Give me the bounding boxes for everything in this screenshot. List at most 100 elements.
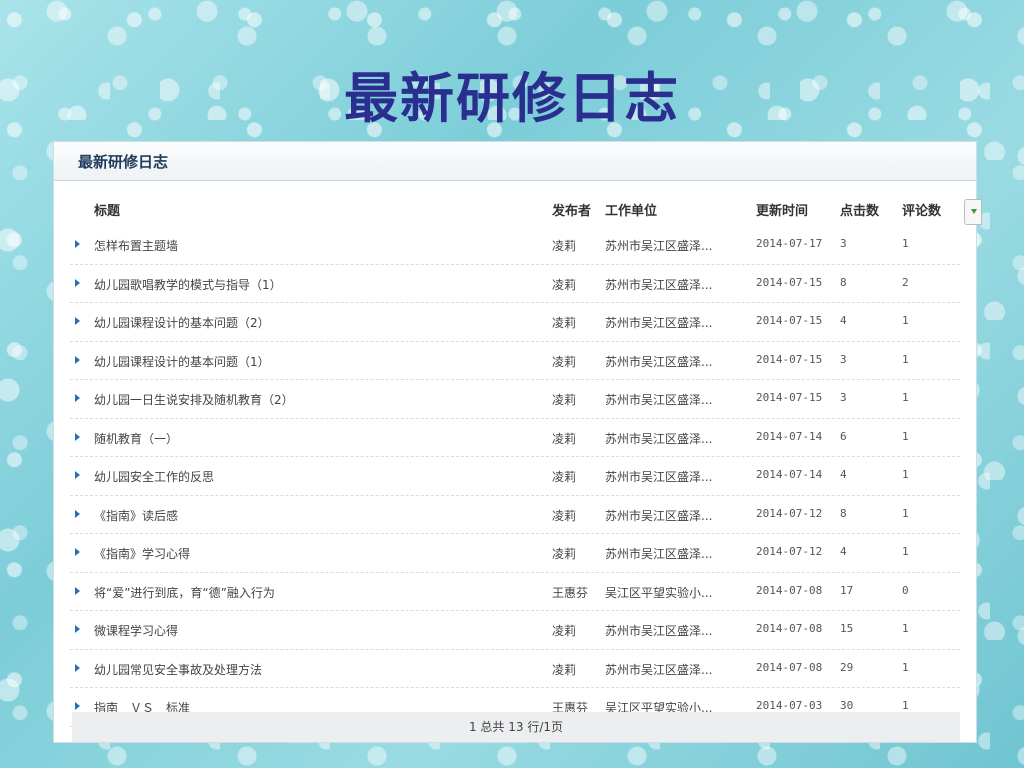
table-row[interactable]: 幼儿园一日生说安排及随机教育（2） 凌莉 苏州市吴江区盛泽... 2014-07-15… — [70, 380, 960, 419]
log-panel: 最新研修日志 标题 发布者 工作单位 更新时间 点击数 评论数 怎样布置主题墙凌… — [53, 141, 977, 743]
row-comments: 1 — [902, 237, 909, 250]
row-author[interactable]: 凌莉 — [552, 237, 576, 254]
panel-title: 最新研修日志 — [78, 153, 169, 171]
row-time: 2014-07-12 — [756, 506, 823, 520]
row-time: 2014-07-15 — [756, 352, 823, 366]
triangle-right-icon — [75, 432, 80, 441]
row-comments: 1 — [902, 352, 909, 366]
table-row[interactable]: 幼儿园常见安全事故及处理方法 凌莉 苏州市吴江区盛泽... 2014-07-08 29 1 — [70, 650, 960, 688]
table-body: 怎样布置主题墙 凌莉 苏州市吴江区盛泽... 2014-07-17 3 1 幼儿园歌唱教学的… — [70, 226, 960, 727]
table-row[interactable]: 幼儿园歌唱教学的模式与指导（1） 凌莉 苏州市吴江区盛泽... 2014-07-15 8… — [70, 265, 960, 303]
triangle-right-icon — [75, 278, 80, 287]
triangle-right-icon — [75, 702, 80, 710]
row-title-link[interactable]: 将“爱”进行到底，育“德”融入行为 — [94, 584, 275, 601]
row-time: 2014-07-15 — [756, 314, 823, 327]
table-row[interactable]: 幼儿园课程设计的基本问题（2） 凌莉 苏州市吴江区盛泽... 2014-07-15 4 1 — [70, 303, 960, 342]
row-author[interactable]: 凌莉 — [552, 276, 576, 293]
triangle-right-icon — [75, 317, 80, 325]
log-table: 标题 发布者 工作单位 更新时间 点击数 评论数 怎样布置主题墙 凌莉 苏州市吴江区… — [70, 190, 960, 727]
row-clicks: 8 — [840, 275, 847, 289]
row-author[interactable]: 凌莉 — [552, 353, 576, 370]
row-author[interactable]: 凌莉 — [552, 468, 576, 485]
triangle-right-icon — [75, 471, 80, 479]
row-clicks: 29 — [840, 660, 854, 674]
row-clicks: 6 — [840, 429, 847, 443]
table-row[interactable]: 《指南》学习心得 凌莉 苏州市吴江区盛泽... 2014-07-12 4 1 — [70, 534, 960, 573]
row-author[interactable]: 凌莉 — [552, 545, 576, 562]
panel-header: 最新研修日志 — [54, 142, 976, 181]
row-unit: 苏州市吴江区盛泽... — [605, 431, 713, 446]
triangle-right-icon — [75, 509, 80, 518]
row-unit: 苏州市吴江区盛泽... — [605, 354, 713, 369]
triangle-right-icon — [75, 240, 80, 248]
row-title-link[interactable]: 《指南》读后感 — [94, 507, 178, 524]
table-row[interactable]: 《指南》读后感 凌莉 苏州市吴江区盛泽... 2014-07-12 8 1 — [70, 496, 960, 534]
row-author[interactable]: 凌莉 — [552, 622, 576, 639]
header-clicks[interactable]: 点击数 — [840, 200, 879, 219]
header-title[interactable]: 标题 — [94, 200, 120, 219]
row-time: 2014-07-08 — [756, 622, 823, 635]
row-author[interactable]: 凌莉 — [552, 314, 576, 331]
row-clicks: 15 — [840, 622, 854, 635]
row-comments: 1 — [902, 506, 909, 520]
row-title-link[interactable]: 怎样布置主题墙 — [94, 237, 178, 254]
header-author[interactable]: 发布者 — [552, 200, 591, 219]
chevron-down-icon — [971, 209, 977, 214]
table-row[interactable]: 幼儿园安全工作的反思 凌莉 苏州市吴江区盛泽... 2014-07-14 4 1 — [70, 457, 960, 496]
triangle-right-icon — [75, 586, 80, 595]
row-time: 2014-07-15 — [756, 391, 823, 404]
row-author[interactable]: 凌莉 — [552, 507, 576, 524]
row-unit: 苏州市吴江区盛泽... — [605, 393, 713, 407]
triangle-right-icon — [75, 394, 80, 402]
row-title-link[interactable]: 幼儿园一日生说安排及随机教育（2） — [94, 391, 294, 408]
row-clicks: 3 — [840, 391, 847, 404]
table-row[interactable]: 微课程学习心得 凌莉 苏州市吴江区盛泽... 2014-07-08 15 1 — [70, 611, 960, 650]
triangle-right-icon — [75, 548, 80, 556]
row-unit: 苏州市吴江区盛泽... — [605, 662, 713, 677]
row-clicks: 3 — [840, 237, 847, 250]
triangle-right-icon — [75, 355, 80, 364]
table-row[interactable]: 将“爱”进行到底，育“德”融入行为 王惠芬 吴江区平望实验小... 2014-07-0… — [70, 573, 960, 611]
row-clicks: 4 — [840, 468, 847, 481]
row-title-link[interactable]: 幼儿园安全工作的反思 — [94, 468, 214, 485]
row-time: 2014-07-03 — [756, 699, 823, 712]
table-row[interactable]: 幼儿园课程设计的基本问题（1） 凌莉 苏州市吴江区盛泽... 2014-07-15 3 1 — [70, 342, 960, 380]
row-title-link[interactable]: 《指南》学习心得 — [94, 545, 190, 562]
row-clicks: 8 — [840, 506, 847, 520]
row-comments: 1 — [902, 545, 909, 558]
row-author[interactable]: 凌莉 — [552, 661, 576, 678]
table-header: 标题 发布者 工作单位 更新时间 点击数 评论数 — [70, 190, 960, 226]
row-time: 2014-07-12 — [756, 545, 823, 558]
table-row[interactable]: 怎样布置主题墙 凌莉 苏州市吴江区盛泽... 2014-07-17 3 1 — [70, 226, 960, 265]
side-toggle-button[interactable] — [964, 199, 982, 225]
row-time: 2014-07-08 — [756, 660, 823, 674]
header-unit[interactable]: 工作单位 — [605, 200, 657, 219]
row-comments: 1 — [902, 391, 909, 404]
header-time[interactable]: 更新时间 — [756, 200, 808, 219]
row-unit: 苏州市吴江区盛泽... — [605, 508, 713, 523]
pagination-footer: 1 总共 13 行/1页 — [72, 712, 960, 742]
table-row[interactable]: 随机教育（一） 凌莉 苏州市吴江区盛泽... 2014-07-14 6 1 — [70, 419, 960, 457]
row-author[interactable]: 王惠芬 — [552, 584, 588, 601]
row-title-link[interactable]: 幼儿园课程设计的基本问题（2） — [94, 314, 270, 331]
triangle-right-icon — [75, 663, 80, 672]
row-title-link[interactable]: 微课程学习心得 — [94, 622, 178, 639]
row-comments: 1 — [902, 699, 909, 712]
row-comments: 2 — [902, 275, 909, 289]
row-title-link[interactable]: 幼儿园课程设计的基本问题（1） — [94, 353, 270, 370]
row-title-link[interactable]: 幼儿园歌唱教学的模式与指导（1） — [94, 276, 282, 293]
row-time: 2014-07-14 — [756, 429, 823, 443]
row-clicks: 3 — [840, 352, 847, 366]
row-comments: 1 — [902, 660, 909, 674]
row-title-link[interactable]: 随机教育（一） — [94, 430, 178, 447]
row-title-link[interactable]: 幼儿园常见安全事故及处理方法 — [94, 661, 262, 678]
row-unit: 苏州市吴江区盛泽... — [605, 470, 713, 484]
row-comments: 1 — [902, 314, 909, 327]
row-clicks: 17 — [840, 583, 854, 597]
row-clicks: 4 — [840, 545, 847, 558]
row-comments: 0 — [902, 583, 909, 597]
row-author[interactable]: 凌莉 — [552, 391, 576, 408]
row-time: 2014-07-15 — [756, 275, 823, 289]
row-author[interactable]: 凌莉 — [552, 430, 576, 447]
header-comments[interactable]: 评论数 — [902, 200, 941, 219]
